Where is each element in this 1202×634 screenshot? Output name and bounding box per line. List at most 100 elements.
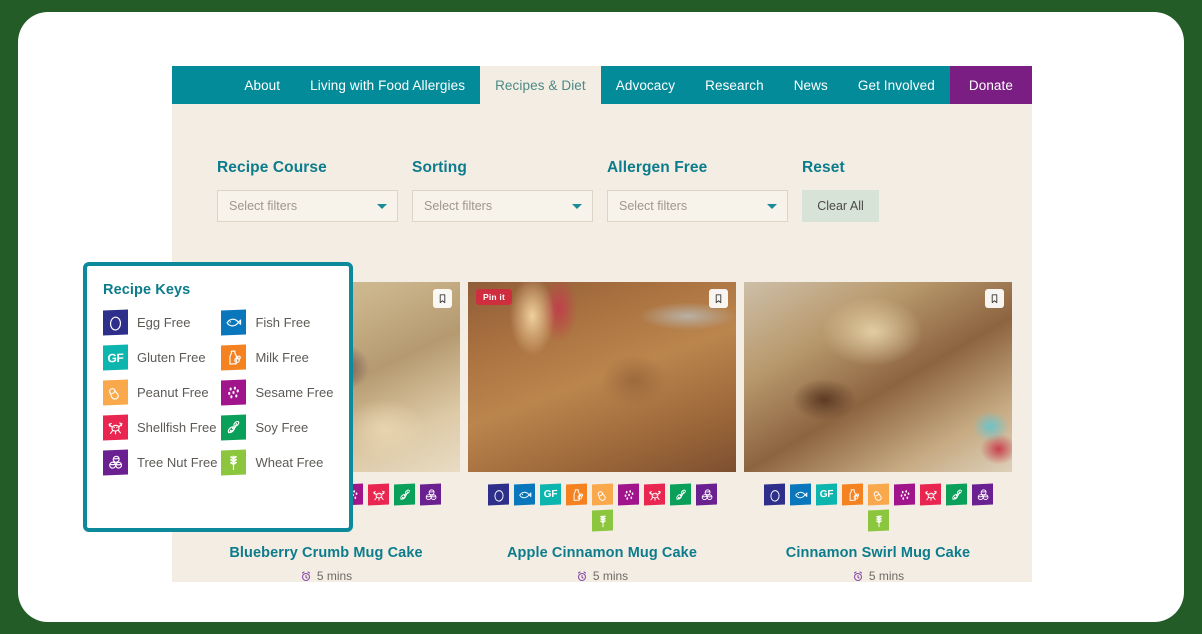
recipe-photo (468, 282, 736, 472)
gf-icon[interactable]: GF (539, 483, 561, 506)
recipe-time-label: 5 mins (868, 569, 905, 583)
fish-icon[interactable] (513, 483, 535, 506)
bookmark-icon[interactable] (433, 289, 452, 308)
sesame-icon (221, 379, 247, 406)
recipe-image[interactable]: Pin it (468, 282, 736, 472)
recipe-key-tree-nut-free[interactable]: Tree Nut Free (103, 449, 218, 476)
clear-all-button[interactable]: Clear All (802, 190, 879, 222)
recipe-key-label: Tree Nut Free (137, 455, 218, 470)
wheat-icon (221, 449, 247, 476)
egg-icon (103, 309, 128, 336)
wheat-icon[interactable] (591, 509, 613, 532)
select-sorting[interactable]: Select filters (412, 190, 593, 222)
nav-item-about[interactable]: About (229, 66, 295, 104)
shellfish-icon[interactable] (643, 483, 665, 506)
recipe-time-label: 5 mins (592, 569, 629, 583)
recipe-key-label: Peanut Free (137, 385, 209, 400)
egg-icon[interactable] (763, 483, 785, 506)
treenut-icon[interactable] (419, 483, 441, 506)
select-recipe-course[interactable]: Select filters (217, 190, 398, 222)
nav-item-news[interactable]: News (779, 66, 843, 104)
filter-label: Sorting (412, 159, 467, 176)
recipe-key-egg-free[interactable]: Egg Free (103, 309, 217, 336)
nav-item-donate[interactable]: Donate (949, 66, 1032, 104)
filter-label: Recipe Course (217, 159, 327, 176)
sesame-icon[interactable] (893, 483, 915, 506)
allergen-badge-row: GF (756, 483, 1000, 532)
filter-label: Allergen Free (607, 159, 708, 176)
recipe-keys-panel: Recipe Keys Egg Free Fish Free GF Gluten Fr… (83, 262, 353, 532)
reset-filter-group: Reset Clear All (802, 159, 879, 222)
soy-icon[interactable] (945, 483, 967, 506)
chevron-down-icon (572, 204, 582, 209)
recipe-key-label: Egg Free (137, 315, 191, 330)
recipe-key-wheat-free[interactable]: Wheat Free (221, 449, 333, 476)
filter-group-recipe-course: Recipe Course Select filters (217, 159, 398, 222)
recipe-title[interactable]: Apple Cinnamon Mug Cake (507, 545, 697, 561)
timer-icon (576, 570, 588, 582)
recipe-title[interactable]: Blueberry Crumb Mug Cake (229, 545, 422, 561)
shellfish-icon[interactable] (919, 483, 941, 506)
timer-icon (300, 570, 312, 582)
select-placeholder: Select filters (229, 199, 298, 213)
recipe-key-milk-free[interactable]: Milk Free (221, 344, 333, 371)
peanut-icon[interactable] (591, 483, 613, 506)
recipe-key-shellfish-free[interactable]: Shellfish Free (103, 414, 217, 441)
recipe-key-label: Sesame Free (255, 385, 334, 400)
recipe-key-label: Soy Free (255, 420, 309, 435)
nav-item-advocacy[interactable]: Advocacy (601, 66, 690, 104)
milk-icon[interactable] (841, 483, 863, 506)
nav-item-research[interactable]: Research (690, 66, 779, 104)
nav-item-get-involved[interactable]: Get Involved (843, 66, 950, 104)
shellfish-icon[interactable] (367, 483, 389, 506)
bookmark-icon[interactable] (709, 289, 728, 308)
recipe-key-label: Gluten Free (137, 350, 206, 365)
recipe-key-label: Milk Free (255, 350, 309, 365)
treenut-icon (103, 449, 128, 476)
recipe-photo (744, 282, 1012, 472)
recipe-key-label: Wheat Free (255, 455, 324, 470)
select-placeholder: Select filters (619, 199, 688, 213)
fish-icon (221, 309, 247, 336)
recipe-key-label: Fish Free (255, 315, 311, 330)
recipe-time: 5 mins (852, 569, 904, 583)
soy-icon[interactable] (393, 483, 415, 506)
select-allergen-free[interactable]: Select filters (607, 190, 788, 222)
recipe-key-peanut-free[interactable]: Peanut Free (103, 379, 217, 406)
browser-window: About Living with Food Allergies Recipes &… (18, 12, 1184, 622)
select-placeholder: Select filters (424, 199, 493, 213)
allergen-badge-row: GF (480, 483, 724, 532)
milk-icon[interactable] (565, 483, 587, 506)
pinterest-pin-button[interactable]: Pin it (476, 289, 512, 305)
recipe-key-gluten-free[interactable]: GF Gluten Free (103, 344, 217, 371)
reset-label: Reset (802, 159, 845, 176)
peanut-icon (103, 379, 128, 406)
soy-icon[interactable] (669, 483, 691, 506)
recipe-time: 5 mins (576, 569, 628, 583)
recipe-key-soy-free[interactable]: Soy Free (221, 414, 333, 441)
peanut-icon[interactable] (867, 483, 889, 506)
fish-icon[interactable] (789, 483, 811, 506)
recipe-title[interactable]: Cinnamon Swirl Mug Cake (786, 545, 970, 561)
filter-group-allergen-free: Allergen Free Select filters (607, 159, 788, 222)
gf-icon[interactable]: GF (815, 483, 837, 506)
recipe-time: 5 mins (300, 569, 352, 583)
nav-item-recipes-diet[interactable]: Recipes & Diet (480, 66, 601, 104)
recipe-keys-list: Egg Free Fish Free GF Gluten Free Milk Free P… (103, 309, 334, 476)
gf-icon: GF (103, 344, 128, 371)
sesame-icon[interactable] (617, 483, 639, 506)
treenut-icon[interactable] (971, 483, 993, 506)
recipe-key-sesame-free[interactable]: Sesame Free (221, 379, 334, 406)
chevron-down-icon (377, 204, 387, 209)
nav-item-living-with-food-allergies[interactable]: Living with Food Allergies (295, 66, 480, 104)
bookmark-icon[interactable] (985, 289, 1004, 308)
nav-left-spacer (172, 66, 229, 104)
treenut-icon[interactable] (695, 483, 717, 506)
recipe-key-fish-free[interactable]: Fish Free (221, 309, 333, 336)
filter-bar: Recipe Course Select filters Sorting Select… (217, 159, 879, 222)
wheat-icon[interactable] (867, 509, 889, 532)
recipe-card[interactable]: Pin it GF Apple Cinnamon Mug Cake 5 mins (468, 282, 736, 583)
recipe-card[interactable]: GF Cinnamon Swirl Mug Cake 5 mins (744, 282, 1012, 583)
egg-icon[interactable] (487, 483, 509, 506)
recipe-image[interactable] (744, 282, 1012, 472)
